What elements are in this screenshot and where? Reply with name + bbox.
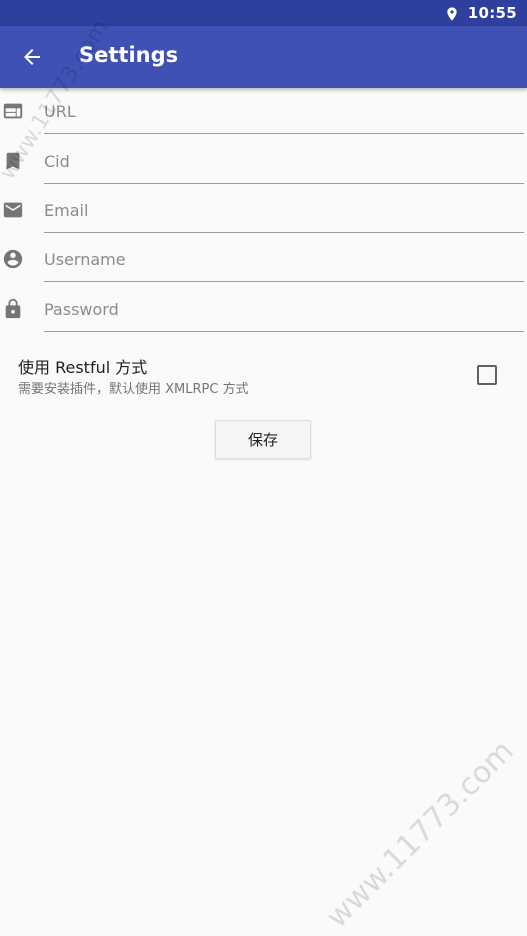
location-pin-icon	[447, 7, 457, 21]
account-circle-icon	[3, 249, 23, 269]
restful-option-title: 使用 Restful 方式	[18, 358, 148, 377]
cid-row	[0, 138, 527, 188]
email-row	[0, 187, 527, 237]
watermark: www.11773.com	[319, 733, 521, 935]
username-input[interactable]	[44, 238, 524, 282]
restful-option-subtitle: 需要安装插件，默认使用 XMLRPC 方式	[18, 382, 249, 397]
email-input[interactable]	[44, 189, 524, 233]
save-button[interactable]: 保存	[215, 420, 311, 459]
username-row	[0, 236, 527, 286]
lock-icon	[5, 298, 21, 319]
restful-option[interactable]: 使用 Restful 方式 需要安装插件，默认使用 XMLRPC 方式	[0, 348, 527, 404]
status-time: 10:55	[467, 4, 517, 22]
web-icon	[3, 103, 23, 119]
url-input[interactable]	[44, 90, 524, 134]
url-row	[0, 88, 527, 138]
arrow-back-icon[interactable]	[20, 45, 44, 69]
password-input[interactable]	[44, 288, 524, 332]
status-bar: 10:55	[0, 0, 527, 26]
email-icon	[3, 202, 23, 218]
cid-input[interactable]	[44, 140, 524, 184]
restful-checkbox[interactable]	[477, 365, 497, 385]
password-row	[0, 286, 527, 336]
